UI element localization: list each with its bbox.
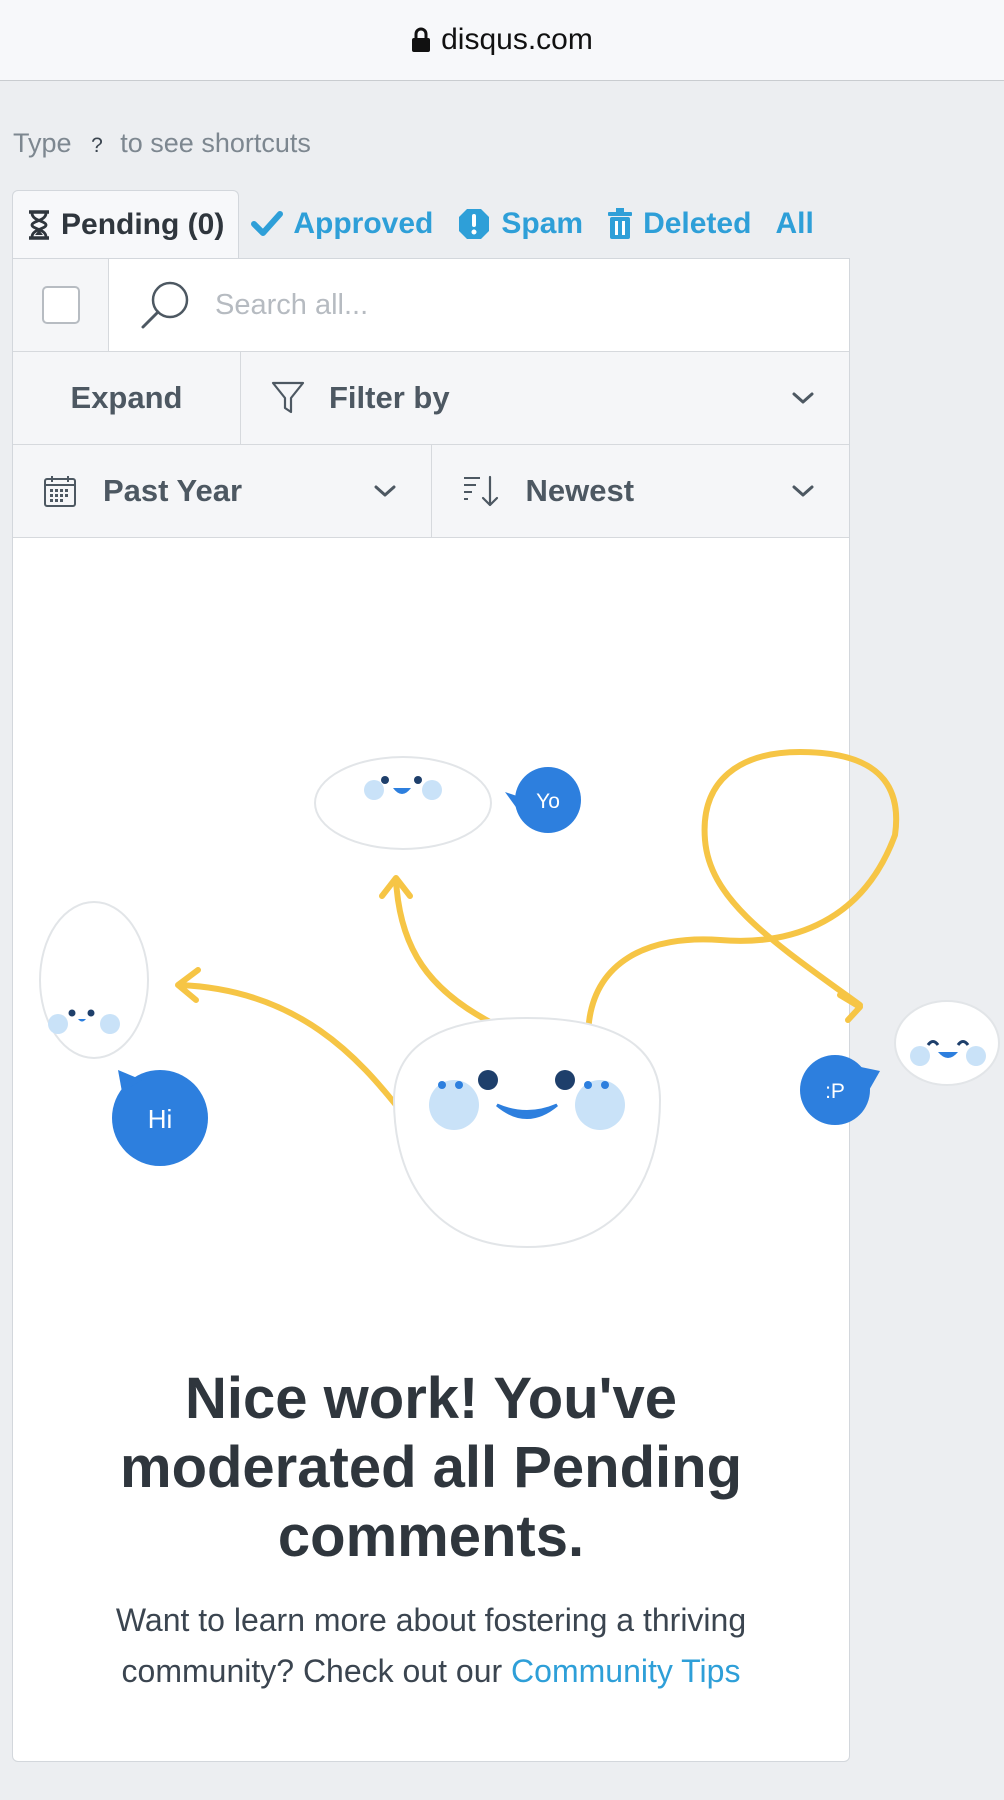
hourglass-icon — [29, 209, 49, 240]
moderation-tabs: Pending (0) Approved Spam Deleted All — [12, 190, 826, 258]
bubble-hi-text: Hi — [148, 1104, 173, 1134]
arrow-loop — [585, 749, 900, 1038]
character-left-egg — [39, 901, 149, 1059]
sort-label: Newest — [525, 473, 635, 508]
empty-state-headline: Nice work! You've moderated all Pending … — [120, 1366, 742, 1569]
bubble-p-text: :P — [825, 1080, 845, 1103]
expand-filter-row: Expand Filter by — [13, 352, 849, 445]
empty-state-message: Nice work! You've moderated all Pending … — [13, 1364, 849, 1697]
filter-label: Filter by — [329, 380, 450, 415]
select-all-checkbox[interactable] — [41, 286, 80, 324]
browser-url-bar[interactable]: disqus.com — [0, 0, 1004, 81]
empty-state-illustration: Hi Yo :P — [39, 749, 1000, 1249]
arrow-up — [393, 877, 493, 1025]
calendar-icon — [44, 476, 76, 507]
tongue-speech-bubble: :P — [800, 1055, 880, 1125]
sort-dropdown[interactable]: Newest — [432, 445, 850, 537]
character-top-cloud — [314, 756, 492, 850]
expand-button[interactable]: Expand — [13, 352, 241, 444]
character-right-cloud — [894, 1000, 1000, 1086]
tab-pending-label: Pending (0) — [61, 207, 225, 241]
shortcut-suffix: to see shortcuts — [120, 128, 311, 158]
spam-shield-icon — [459, 209, 490, 239]
search-row — [13, 259, 849, 352]
arrow-left — [177, 982, 403, 1113]
chevron-down-icon — [792, 392, 814, 404]
check-icon — [251, 211, 284, 236]
lock-icon — [412, 27, 431, 52]
date-sort-row: Past Year Newest — [13, 445, 849, 538]
tab-all[interactable]: All — [763, 190, 825, 258]
yo-speech-bubble: Yo — [505, 767, 581, 833]
tab-approved[interactable]: Approved — [239, 190, 445, 258]
search-icon — [141, 281, 189, 329]
hi-speech-bubble: Hi — [112, 1070, 208, 1166]
character-main-blob — [392, 1016, 662, 1249]
arrow-loop-head — [837, 992, 863, 1023]
shortcut-hint: Type ? to see shortcuts — [13, 128, 311, 159]
tab-spam-label: Spam — [501, 207, 584, 240]
tab-deleted[interactable]: Deleted — [595, 190, 763, 258]
tab-pending[interactable]: Pending (0) — [12, 190, 240, 258]
tab-spam[interactable]: Spam — [445, 190, 595, 258]
search-cell — [109, 259, 849, 351]
trash-icon — [608, 208, 633, 239]
shortcut-prefix: Type — [13, 128, 72, 158]
date-range-dropdown[interactable]: Past Year — [13, 445, 432, 537]
date-range-label: Past Year — [103, 473, 243, 508]
filter-funnel-icon — [271, 381, 305, 414]
url-text: disqus.com — [441, 23, 593, 56]
bubble-yo-text: Yo — [536, 790, 560, 813]
search-input[interactable] — [213, 287, 817, 323]
empty-state-body: Want to learn more about fostering a thr… — [81, 1595, 781, 1697]
expand-label: Expand — [70, 380, 183, 415]
tab-all-label: All — [775, 207, 814, 240]
tab-approved-label: Approved — [293, 207, 434, 240]
chevron-down-icon — [792, 485, 814, 497]
sort-icon — [463, 475, 498, 507]
select-all-cell — [13, 259, 109, 351]
chevron-down-icon — [374, 485, 395, 497]
filter-dropdown[interactable]: Filter by — [241, 352, 849, 444]
tab-deleted-label: Deleted — [643, 207, 752, 240]
community-tips-link[interactable]: Community Tips — [511, 1653, 740, 1689]
shortcut-key: ? — [91, 134, 103, 157]
